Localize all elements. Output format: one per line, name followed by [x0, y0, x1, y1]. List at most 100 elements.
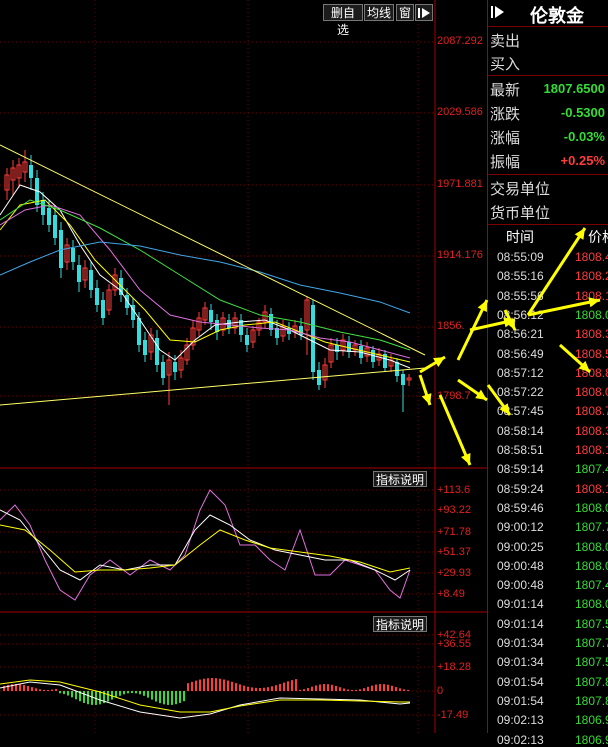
- play-icon[interactable]: [490, 5, 506, 19]
- amplitude-value: +0.25%: [560, 153, 605, 168]
- tick-time: 08:58:51: [497, 443, 544, 457]
- candle-body: [41, 200, 45, 215]
- indicator1-axis-label: +113.6: [437, 484, 471, 496]
- instrument-title: 伦敦金: [530, 6, 584, 26]
- tick-time: 08:56:49: [497, 346, 544, 361]
- tick-time: 08:57:45: [497, 404, 544, 419]
- tick-price: 1808.4: [575, 250, 608, 264]
- change-label: 涨跌: [490, 106, 521, 123]
- tick-time: 09:00:25: [497, 539, 544, 554]
- tick-price: 1807.4: [575, 578, 608, 593]
- price-column-header: 价格: [588, 229, 608, 245]
- tick-time: 08:59:14: [497, 462, 544, 477]
- tick-price: 1808.1: [575, 288, 608, 303]
- candle-body: [59, 230, 63, 268]
- tick-time: 09:01:14: [497, 616, 544, 631]
- tick-price: 1808.8: [575, 365, 608, 380]
- trend-line: [0, 367, 426, 406]
- trade-unit-label: 交易单位: [490, 181, 551, 198]
- price-axis-label: 1798.7: [437, 390, 471, 402]
- candle-body: [209, 310, 213, 322]
- tick-price: 1808.0: [575, 558, 608, 573]
- candle-body: [215, 320, 219, 332]
- candle-body: [125, 295, 129, 308]
- candle-body: [311, 305, 315, 372]
- tick-time: 09:02:13: [497, 713, 544, 728]
- currency-unit-label: 货币单位: [490, 205, 551, 222]
- indicator2-axis-label: +18.28: [437, 661, 471, 673]
- tick-price: 1806.9: [575, 732, 608, 747]
- ma-button[interactable]: 均线: [364, 4, 394, 21]
- tick-time: 08:57:12: [497, 365, 544, 380]
- indicator2-axis-label: -17.49: [437, 709, 469, 721]
- tick-time: 09:01:34: [497, 655, 544, 670]
- tick-price: 1808.0: [575, 597, 608, 612]
- indicator2-axis-label: 0: [437, 685, 444, 697]
- indicator2-help-button[interactable]: 指标说明: [373, 616, 427, 632]
- indicator2-axis-label: +36.55: [437, 638, 471, 650]
- candle-body: [143, 340, 147, 355]
- tick-price: 1808.0: [575, 385, 608, 400]
- tick-time: 09:02:13: [497, 732, 544, 747]
- indicator1-axis-label: +51.37: [437, 546, 471, 558]
- indicator1-help-button[interactable]: 指标说明: [373, 471, 427, 487]
- tick-price: 1808.0: [575, 539, 608, 554]
- divider: [488, 224, 608, 225]
- candle-body: [95, 288, 99, 305]
- tick-time: 09:00:48: [497, 558, 544, 573]
- tick-price: 1808.5: [575, 346, 608, 361]
- candle-body: [401, 374, 405, 385]
- tick-price: 1807.5: [575, 616, 608, 631]
- candle-body: [245, 335, 249, 345]
- window-button[interactable]: 窗: [396, 4, 414, 21]
- delete-watch-button[interactable]: 删自选: [323, 4, 363, 37]
- price-axis-label: 1856.: [437, 320, 465, 332]
- tick-price: 1808.0: [575, 500, 608, 515]
- time-column-header: 时间: [506, 229, 534, 245]
- candle-body: [227, 320, 231, 328]
- price-axis-label: 2029.586: [437, 106, 483, 118]
- tick-time: 09:01:34: [497, 636, 544, 650]
- tick-price: 1807.8: [575, 693, 608, 708]
- buy-label: 买入: [490, 56, 521, 73]
- candle-body: [47, 208, 51, 225]
- candle-body: [77, 265, 81, 282]
- change-pct-value: -0.03%: [563, 129, 605, 144]
- divider: [488, 75, 608, 76]
- latest-value: 1807.6500: [543, 81, 605, 96]
- tick-time: 08:57:22: [497, 385, 544, 400]
- tick-time: 09:01:14: [497, 597, 544, 612]
- tick-time: 08:55:56: [497, 288, 544, 303]
- candle-body: [155, 338, 159, 365]
- candle-body: [173, 362, 177, 372]
- change-pct-label: 涨幅: [490, 130, 521, 147]
- tick-price: 1807.7: [575, 636, 608, 650]
- indicator1-axis-label: +71.78: [437, 526, 471, 538]
- tick-time: 08:55:16: [497, 269, 544, 284]
- indicator1-axis-label: +8.49: [437, 588, 465, 600]
- sell-label: 卖出: [490, 33, 521, 50]
- tick-price: 1808.7: [575, 404, 608, 419]
- tick-price: 1806.9: [575, 713, 608, 728]
- price-axis-label: 1971.881: [437, 178, 483, 190]
- kdj-k-line: [0, 509, 411, 581]
- price-axis-label: 2087.292: [437, 35, 483, 47]
- candle-body: [71, 248, 75, 262]
- tick-price: 1807.7: [575, 520, 608, 535]
- play-icon[interactable]: [415, 4, 433, 21]
- tick-price: 1808.3: [575, 327, 608, 342]
- tick-time: 08:56:21: [497, 327, 544, 342]
- tick-time: 09:01:54: [497, 693, 544, 708]
- tick-time: 08:59:24: [497, 481, 544, 496]
- candle-body: [29, 165, 33, 178]
- tick-price: 1808.1: [575, 481, 608, 496]
- indicator1-axis-label: +93.22: [437, 504, 471, 516]
- latest-label: 最新: [490, 82, 521, 99]
- candle-body: [53, 215, 57, 238]
- tick-price: 1807.8: [575, 674, 608, 689]
- candle-body: [101, 300, 105, 318]
- tick-price: 1808.2: [575, 269, 608, 284]
- tick-time: 08:55:09: [497, 250, 544, 264]
- panel-header: 伦敦金: [488, 0, 608, 27]
- tick-time: 08:56:12: [497, 307, 544, 322]
